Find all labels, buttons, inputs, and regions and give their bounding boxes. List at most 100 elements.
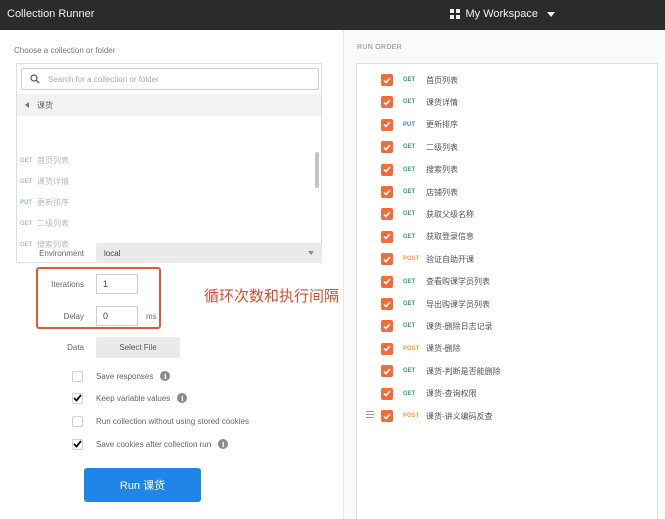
drag-handle-icon[interactable] (366, 411, 374, 420)
method-label: GET (20, 220, 33, 227)
method-label: POST (403, 413, 420, 419)
request-name: 二级列表 (37, 219, 69, 228)
info-icon[interactable]: i (160, 371, 171, 381)
environment-value: local (104, 249, 121, 258)
checkmark-icon (383, 233, 391, 240)
option-label: Save cookies after collection run (96, 439, 212, 449)
checkmark-icon (383, 323, 391, 330)
iterations-input[interactable]: 1 (96, 274, 138, 294)
checkmark-icon (383, 256, 391, 263)
run-order-item[interactable]: GET 课货-删除日志记录 (357, 319, 657, 333)
run-order-item[interactable]: GET 获取登录信息 (357, 230, 657, 244)
method-label: GET (403, 368, 416, 375)
run-order-checkbox[interactable] (381, 163, 393, 176)
collection-search[interactable] (21, 68, 319, 90)
list-scrollbar[interactable] (315, 152, 319, 188)
checkmark-icon (383, 121, 391, 128)
workspace-switcher[interactable]: My Workspace (450, 8, 556, 20)
run-order-item[interactable]: GET 店铺列表 (357, 185, 657, 199)
run-order-item[interactable]: GET 获取父级名称 (357, 207, 657, 221)
workspace-name: My Workspace (465, 8, 539, 20)
run-order-item[interactable]: POST 课货-讲义编码反查 (357, 409, 657, 423)
checkmark-icon (73, 440, 82, 448)
checkmark-icon (383, 345, 391, 352)
select-file-button[interactable]: Select File (96, 337, 180, 358)
method-label: GET (403, 99, 416, 106)
run-order-checkbox[interactable] (381, 253, 393, 266)
run-order-checkbox[interactable] (381, 365, 393, 378)
run-order-item[interactable]: POST 课货-删除 (357, 342, 657, 356)
checkmark-icon (383, 390, 391, 397)
checkmark-icon (73, 394, 82, 402)
run-order-checkbox[interactable] (381, 186, 393, 198)
run-order-item[interactable]: GET 首页列表 (357, 73, 657, 87)
info-icon[interactable]: i (218, 439, 229, 449)
request-name: 店铺列表 (426, 187, 458, 197)
checkmark-icon (383, 99, 391, 106)
run-order-list: GET 首页列表 GET 课货详情 PUT 更新排序 GET 二级列表 GET 搜索列表 GET 店铺… (356, 63, 658, 519)
environment-select[interactable]: local (96, 243, 322, 263)
collection-picker: 课货 GET首页列表 GET课货详情 PUT更新排序 GET二级列表 GET搜索… (16, 63, 322, 263)
checkmark-icon (383, 368, 391, 375)
save-cookies-checkbox[interactable] (72, 438, 83, 450)
run-order-checkbox[interactable] (381, 118, 393, 131)
request-name: 搜索列表 (426, 165, 458, 175)
run-order-item[interactable]: GET 二级列表 (357, 140, 657, 154)
checkmark-icon (383, 76, 391, 84)
run-order-item[interactable]: PUT 更新排序 (357, 118, 657, 132)
method-label: GET (403, 278, 416, 285)
delay-input[interactable]: 0 (96, 306, 138, 326)
runner-config-panel: Choose a collection or folder 课货 GET 首页列表… (0, 30, 343, 519)
chevron-down-icon (308, 251, 314, 255)
run-order-item[interactable]: POST 验证自助开课 (357, 252, 657, 266)
request-name: 更新排序 (426, 120, 458, 130)
method-label: GET (20, 157, 33, 164)
run-order-checkbox[interactable] (381, 275, 393, 288)
run-order-panel: RUN ORDER GET 首页列表 GET 课货详情 PUT 更新排序 GET 二级列表 GE… (343, 30, 665, 519)
list-item[interactable]: GET 课货详情 (17, 171, 317, 192)
run-order-checkbox[interactable] (381, 208, 393, 221)
run-order-item[interactable]: GET 课货-判断是否能删除 (357, 364, 657, 378)
list-item[interactable]: GET 二级列表 (17, 213, 317, 234)
run-order-item[interactable]: GET 课货详情 (357, 95, 657, 109)
option-label: Keep variable values (96, 393, 171, 403)
option-save-responses: Save responses i (72, 369, 171, 383)
run-order-checkbox[interactable] (381, 74, 393, 86)
list-item[interactable]: GET 首页列表 (17, 150, 317, 171)
request-name: 首页列表 (426, 75, 458, 85)
keep-variable-values-checkbox[interactable] (72, 392, 83, 404)
run-order-item[interactable]: GET 导出购课学员列表 (357, 297, 657, 311)
info-icon[interactable]: i (177, 393, 188, 403)
request-name: 查看购课学员列表 (426, 277, 490, 287)
run-order-checkbox[interactable] (381, 141, 393, 154)
method-label: GET (403, 323, 416, 330)
run-collection-button[interactable]: Run 课货 (84, 468, 201, 502)
run-order-checkbox[interactable] (381, 298, 393, 310)
request-name: 导出购课学员列表 (426, 299, 490, 309)
list-item[interactable]: PUT 更新排序 (17, 192, 317, 213)
app-title: Collection Runner (7, 8, 95, 20)
annotation-text: 循环次数和执行间隔 (204, 288, 340, 305)
request-name: 首页列表 (37, 156, 69, 165)
run-order-item[interactable]: GET 查看购课学员列表 (357, 275, 657, 289)
run-order-item[interactable]: GET 搜索列表 (357, 163, 657, 177)
search-icon (30, 74, 40, 84)
run-order-checkbox[interactable] (381, 320, 393, 333)
method-label: GET (403, 77, 416, 83)
search-input[interactable] (48, 72, 308, 86)
run-order-checkbox[interactable] (381, 230, 393, 243)
run-without-cookies-checkbox[interactable] (72, 415, 83, 427)
run-order-checkbox[interactable] (381, 410, 393, 422)
checkmark-icon (383, 211, 391, 218)
run-order-checkbox[interactable] (381, 342, 393, 355)
request-name: 课货-讲义编码反查 (426, 411, 493, 421)
run-order-label: RUN ORDER (357, 44, 403, 51)
method-label: GET (403, 166, 416, 173)
save-responses-checkbox[interactable] (72, 370, 83, 382)
breadcrumb-back[interactable]: 课货 (17, 94, 321, 116)
run-order-checkbox[interactable] (381, 387, 393, 400)
run-order-checkbox[interactable] (381, 96, 393, 109)
checkmark-icon (383, 300, 391, 308)
run-order-item[interactable]: GET 课货-查询权限 (357, 387, 657, 401)
request-name: 更新排序 (37, 198, 69, 207)
